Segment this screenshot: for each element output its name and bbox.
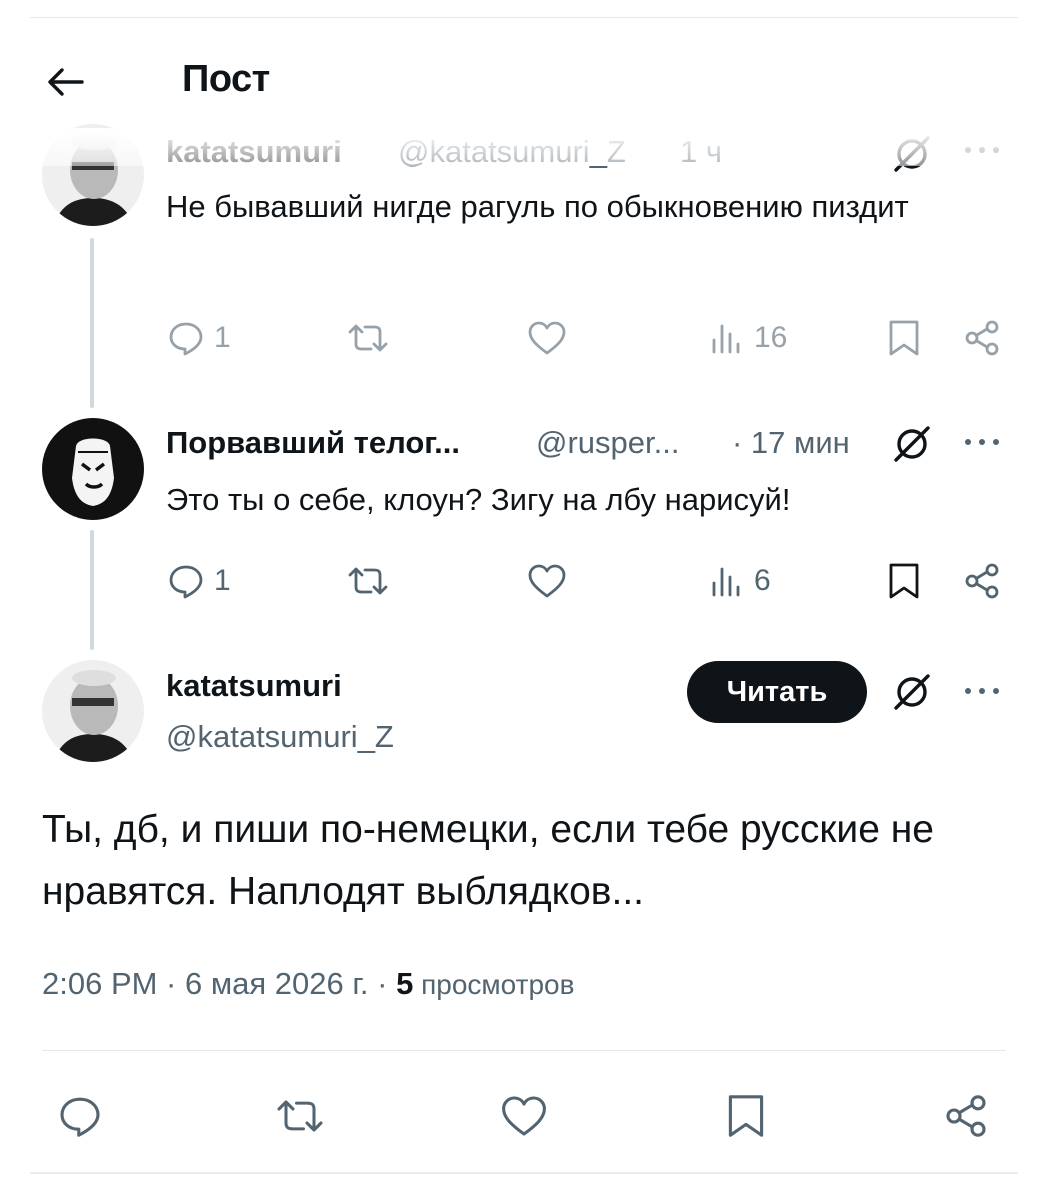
reply-button[interactable]: [56, 1092, 104, 1140]
reply-button[interactable]: 1: [166, 561, 231, 601]
top-divider: [30, 17, 1018, 18]
bookmark-icon: [728, 1095, 764, 1137]
share-icon: [946, 1095, 986, 1137]
avatar-photo: [42, 660, 144, 762]
tweet-author-name[interactable]: Порвавший телог...: [166, 425, 460, 461]
like-button[interactable]: [526, 318, 568, 358]
share-button[interactable]: [962, 561, 1002, 601]
tweet-timestamp: 2:06 PM · 6 мая 2026 г. · 5 просмотров: [42, 966, 574, 1002]
back-button[interactable]: [42, 58, 90, 106]
views-icon: [712, 324, 740, 354]
repost-icon: [348, 324, 388, 352]
tweet-author-name[interactable]: katatsumuri: [166, 134, 342, 170]
tweet-text: Это ты о себе, клоун? Зигу на лбу нарису…: [166, 482, 791, 517]
bookmark-button[interactable]: [886, 561, 922, 601]
avatar-photo: [42, 418, 144, 520]
share-icon: [965, 563, 999, 599]
divider: [42, 1050, 1006, 1051]
tweet-time[interactable]: 1 ч: [680, 134, 722, 170]
bookmark-icon: [889, 320, 919, 356]
repost-icon: [277, 1100, 323, 1132]
tweet-author-handle[interactable]: @katatsumuri_Z: [398, 134, 626, 170]
more-icon[interactable]: [962, 140, 1002, 165]
reply-icon: [60, 1097, 100, 1137]
share-icon: [965, 320, 999, 356]
views-count[interactable]: 5: [396, 966, 413, 1001]
thread-line: [90, 530, 94, 650]
bookmark-button[interactable]: [724, 1092, 768, 1140]
grok-icon[interactable]: [892, 424, 932, 469]
main-author-name[interactable]: katatsumuri: [166, 668, 342, 704]
share-button[interactable]: [962, 318, 1002, 358]
avatar[interactable]: [42, 124, 144, 226]
grok-icon[interactable]: [892, 672, 932, 717]
follow-button[interactable]: Читать: [687, 661, 867, 723]
bookmark-button[interactable]: [886, 318, 922, 358]
page-title: Пост: [182, 58, 270, 100]
heart-icon: [528, 564, 566, 598]
grok-icon[interactable]: [892, 134, 932, 179]
heart-icon: [528, 321, 566, 355]
avatar-photo: [42, 124, 144, 226]
avatar[interactable]: [42, 660, 144, 762]
more-icon[interactable]: [962, 681, 1002, 706]
views-label: просмотров: [413, 969, 575, 1000]
arrow-left-icon: [48, 68, 84, 96]
bookmark-icon: [889, 563, 919, 599]
tweet-time[interactable]: · 17 мин: [732, 425, 850, 461]
bottom-divider: [30, 1172, 1018, 1174]
reply-count: 1: [214, 564, 231, 597]
views-button[interactable]: 16: [706, 318, 787, 358]
views-count: 16: [754, 321, 788, 354]
like-button[interactable]: [526, 561, 568, 601]
views-icon: [712, 567, 740, 597]
time-date[interactable]: 2:06 PM · 6 мая 2026 г. ·: [42, 966, 396, 1001]
more-icon[interactable]: [962, 432, 1002, 457]
views-count: 6: [754, 564, 771, 597]
tweet-text: Не бывавший нигде рагуль по обыкновению …: [166, 189, 909, 224]
main-tweet-text: Ты, дб, и пиши по-немецки, если тебе рус…: [42, 808, 934, 913]
like-button[interactable]: [498, 1092, 550, 1140]
reply-button[interactable]: 1: [166, 318, 231, 358]
repost-button[interactable]: [272, 1092, 328, 1140]
reply-icon: [169, 322, 203, 356]
reply-count: 1: [214, 321, 231, 354]
repost-button[interactable]: [344, 561, 392, 601]
repost-button[interactable]: [344, 318, 392, 358]
main-author-handle[interactable]: @katatsumuri_Z: [166, 719, 394, 755]
thread-line: [90, 238, 94, 408]
reply-icon: [169, 565, 203, 599]
repost-icon: [348, 567, 388, 595]
heart-icon: [502, 1096, 546, 1136]
share-button[interactable]: [942, 1092, 990, 1140]
views-button[interactable]: 6: [706, 561, 771, 601]
avatar[interactable]: [42, 418, 144, 520]
tweet-author-handle[interactable]: @rusper...: [536, 425, 679, 461]
